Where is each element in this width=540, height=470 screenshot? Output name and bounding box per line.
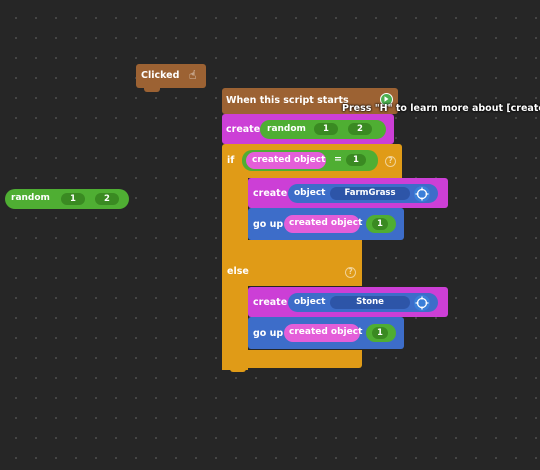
- variable-label: created object: [252, 155, 326, 165]
- clicked-block-tab: [144, 88, 160, 92]
- object-reporter[interactable]: object FarmGrass: [288, 184, 438, 203]
- crosshair-icon[interactable]: [414, 294, 430, 311]
- random-max-input[interactable]: 2: [95, 193, 119, 205]
- object-name-dropdown[interactable]: FarmGrass: [330, 187, 410, 200]
- create-keyword: create: [253, 188, 288, 199]
- hand-pointer-icon: ☝: [189, 68, 197, 82]
- object-label: object: [294, 188, 326, 198]
- create-keyword: create: [226, 124, 261, 135]
- else-label: else: [227, 266, 249, 277]
- amount-input[interactable]: 1: [372, 218, 388, 230]
- random-min-input[interactable]: 1: [61, 193, 85, 205]
- object-name-dropdown[interactable]: Stone: [330, 296, 410, 309]
- variable-label: created object: [289, 218, 363, 228]
- else-header: else ?: [222, 258, 362, 286]
- if-bottom-tab: [230, 368, 246, 372]
- random-max-input[interactable]: 2: [348, 123, 372, 135]
- object-label: object: [294, 297, 326, 307]
- created-object-variable[interactable]: created object: [246, 152, 326, 169]
- variable-label: created object: [289, 327, 363, 337]
- random-min-input[interactable]: 1: [314, 123, 338, 135]
- help-icon[interactable]: ?: [345, 267, 356, 278]
- go-up-block[interactable]: go up created object 1: [248, 317, 404, 349]
- condition-value-input[interactable]: 1: [346, 154, 366, 166]
- amount-reporter[interactable]: 1: [366, 215, 396, 233]
- amount-reporter[interactable]: 1: [366, 324, 396, 342]
- random-reporter[interactable]: random 1 2: [260, 120, 386, 139]
- if-header: if created object = 1 ?: [222, 144, 402, 178]
- random-label: random: [267, 124, 306, 134]
- hat-label: When this script starts: [226, 95, 349, 106]
- random-label: random: [11, 193, 50, 203]
- crosshair-icon[interactable]: [414, 185, 430, 202]
- create-object-block[interactable]: create object Stone: [248, 287, 448, 317]
- create-random-block[interactable]: create random 1 2: [222, 114, 394, 144]
- go-up-keyword: go up: [253, 219, 284, 230]
- go-up-block[interactable]: go up created object 1: [248, 208, 404, 240]
- equals-operator[interactable]: created object = 1: [242, 150, 378, 171]
- clicked-label: Clicked: [141, 70, 180, 81]
- help-tooltip: Press "H" to learn more about [create]: [342, 103, 540, 114]
- clicked-event-block[interactable]: Clicked ☝: [136, 64, 206, 88]
- create-object-block[interactable]: create object FarmGrass: [248, 178, 448, 208]
- amount-input[interactable]: 1: [372, 327, 388, 339]
- floating-random-reporter[interactable]: random 1 2: [5, 189, 129, 209]
- create-keyword: create: [253, 297, 288, 308]
- operator-label: =: [334, 154, 342, 165]
- help-icon[interactable]: ?: [385, 156, 396, 167]
- if-keyword: if: [227, 155, 235, 166]
- created-object-variable[interactable]: created object: [284, 215, 363, 233]
- object-reporter[interactable]: object Stone: [288, 293, 438, 312]
- if-then-footer: [222, 240, 362, 258]
- if-footer: [222, 350, 362, 368]
- created-object-variable[interactable]: created object: [284, 324, 363, 342]
- go-up-keyword: go up: [253, 328, 284, 339]
